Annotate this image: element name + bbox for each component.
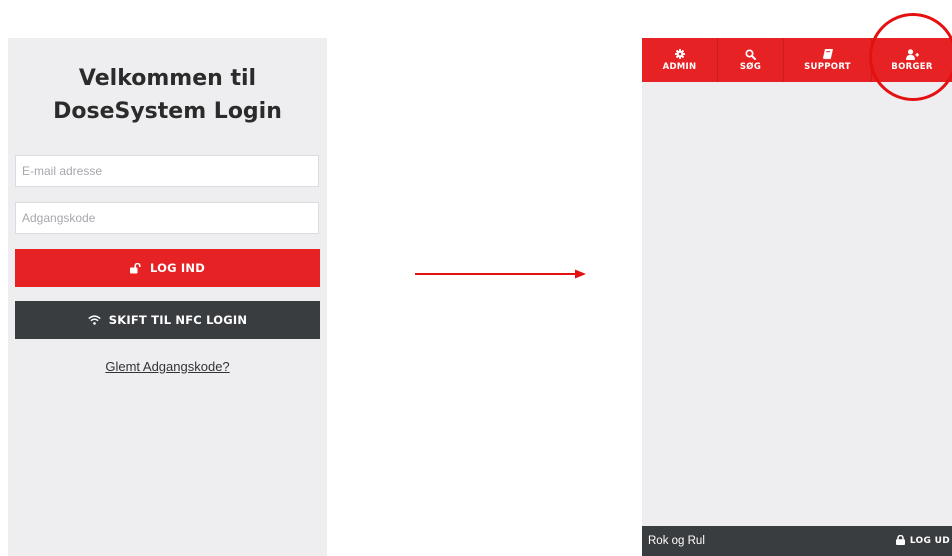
login-button-label: LOG IND (150, 261, 205, 275)
screenshot-canvas: Velkommen til DoseSystem Login LOG IND (0, 0, 952, 556)
nav-item-support[interactable]: SUPPORT (784, 38, 872, 82)
app-panel: ADMIN SØG SUPPORT BORGER Rok og Rul LOG … (642, 38, 952, 556)
login-button[interactable]: LOG IND (15, 249, 320, 287)
nfc-login-button-label: SKIFT TIL NFC LOGIN (108, 313, 248, 327)
current-user-name: Rok og Rul (648, 535, 705, 547)
nfc-login-button[interactable]: SKIFT TIL NFC LOGIN (15, 301, 320, 339)
login-panel: Velkommen til DoseSystem Login LOG IND (8, 38, 327, 556)
nav-item-admin[interactable]: ADMIN (642, 38, 718, 82)
logout-button-label: LOG UD (909, 536, 950, 546)
lock-icon (895, 534, 905, 548)
nav-item-search-label: SØG (739, 61, 762, 72)
email-field[interactable] (15, 155, 319, 187)
nav-item-borger-label: BORGER (891, 61, 933, 72)
book-icon (822, 48, 833, 60)
nav-item-search[interactable]: SØG (718, 38, 784, 82)
nav-item-borger[interactable]: BORGER (872, 38, 952, 82)
arrow-right-icon (415, 269, 586, 279)
login-title-line-2: DoseSystem Login (53, 99, 282, 124)
logout-button[interactable]: LOG UD (895, 534, 950, 548)
wifi-icon (88, 315, 101, 325)
search-icon (745, 48, 756, 60)
login-title: Velkommen til DoseSystem Login (8, 62, 327, 128)
forgot-password-link[interactable]: Glemt Adgangskode? (8, 359, 327, 374)
nav-item-admin-label: ADMIN (662, 61, 697, 72)
nav-item-support-label: SUPPORT (804, 61, 851, 72)
password-field[interactable] (15, 202, 319, 234)
top-nav-bar: ADMIN SØG SUPPORT BORGER (642, 38, 952, 82)
add-user-icon (905, 48, 919, 60)
login-title-line-1: Velkommen til (78, 66, 257, 91)
footer-bar: Rok og Rul LOG UD (642, 526, 952, 556)
gear-icon (674, 49, 685, 60)
unlock-icon (130, 262, 142, 274)
